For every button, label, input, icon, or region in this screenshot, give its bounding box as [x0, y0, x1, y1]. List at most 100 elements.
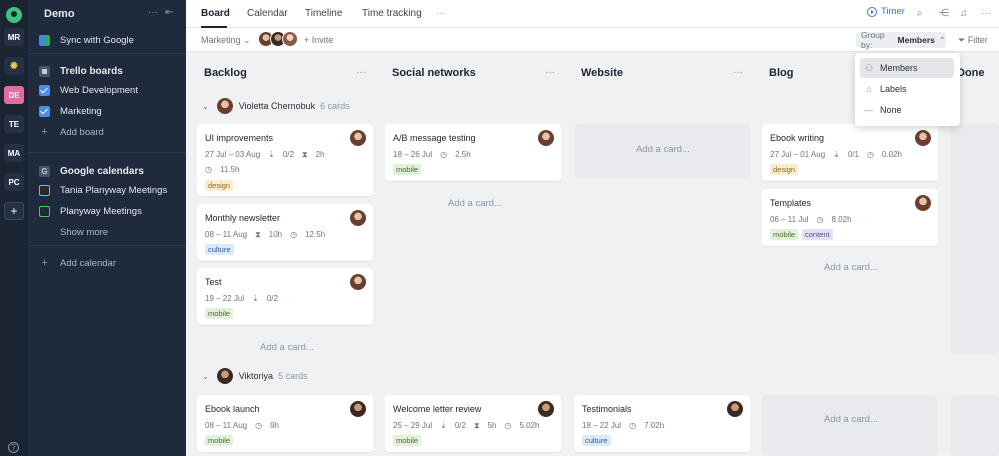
- label-tag: mobile: [205, 435, 234, 446]
- chevron-down-icon[interactable]: ⌄: [202, 102, 209, 111]
- menu-item-label: Members: [880, 63, 918, 73]
- group-card-count: 6 cards: [320, 101, 350, 111]
- workspace-pc[interactable]: PC: [4, 173, 24, 191]
- card-ab-message-testing[interactable]: A/B message testing 18 – 26 Jul ◷ 2.5h mob…: [385, 124, 561, 181]
- group-header[interactable]: ⌄ Viktoriya 5 cards: [202, 368, 308, 384]
- card-dates: 06 – 11 Jul: [770, 215, 809, 224]
- member-avatars[interactable]: [258, 31, 298, 47]
- label-tag: culture: [205, 244, 234, 255]
- add-card-button[interactable]: Add a card...: [824, 414, 878, 425]
- help-icon[interactable]: ?: [8, 442, 19, 453]
- filter-button[interactable]: ⏷ Filter: [958, 35, 988, 46]
- bell-icon[interactable]: ♫: [960, 8, 968, 19]
- column-title-social-networks[interactable]: Social networks: [392, 67, 476, 79]
- checkbox-checked-icon[interactable]: [39, 84, 50, 96]
- share-icon[interactable]: ⋲: [939, 8, 949, 19]
- avatar[interactable]: [915, 130, 931, 146]
- add-card-button[interactable]: Add a card...: [260, 342, 314, 353]
- play-icon: [867, 6, 877, 17]
- checkbox-checked-icon[interactable]: [39, 105, 50, 117]
- google-icon: [39, 34, 50, 46]
- card-meta: 06 – 11 Jul ◷ 8.02h: [770, 215, 860, 224]
- column-more-icon[interactable]: ···: [545, 67, 555, 78]
- column-title-backlog[interactable]: Backlog: [204, 67, 247, 79]
- card-test[interactable]: Test 19 – 22 Jul ⇣ 0/2 mobile: [197, 268, 373, 325]
- planyway-logo-icon[interactable]: [6, 7, 22, 23]
- avatar[interactable]: [350, 401, 366, 417]
- chevron-down-icon[interactable]: ⌄: [202, 372, 209, 381]
- avatar[interactable]: [350, 274, 366, 290]
- card-ebook-launch[interactable]: Ebook launch 08 – 11 Aug ◷ 9h mobile: [197, 395, 373, 452]
- add-card-button[interactable]: Add a card...: [636, 144, 690, 155]
- column-more-icon[interactable]: ···: [356, 67, 366, 78]
- empty-card-slot: [950, 395, 999, 456]
- checklist-icon: ⇣: [268, 150, 275, 159]
- checkbox-unchecked-icon[interactable]: [39, 205, 50, 217]
- card-welcome-letter-review[interactable]: Welcome letter review 25 – 29 Jul ⇣ 0/2 ⧗ 5h…: [385, 395, 561, 452]
- workspace-te[interactable]: TE: [4, 115, 24, 133]
- avatar[interactable]: [282, 31, 298, 47]
- search-icon[interactable]: ⌕: [917, 8, 923, 19]
- card-dates: 08 – 11 Aug: [205, 421, 248, 430]
- tab-time-tracking[interactable]: Time tracking: [362, 8, 422, 19]
- avatar[interactable]: [538, 401, 554, 417]
- add-card-button[interactable]: Add a card...: [448, 198, 502, 209]
- avatar[interactable]: [350, 130, 366, 146]
- sync-google-item[interactable]: Sync with Google: [28, 31, 186, 49]
- more-icon[interactable]: ···: [148, 7, 158, 18]
- checklist-icon: ⇣: [440, 421, 447, 430]
- card-dates: 19 – 22 Jul: [205, 294, 245, 303]
- more-options-icon[interactable]: ···: [981, 8, 991, 19]
- card-time: 8.02h: [831, 215, 852, 224]
- group-header[interactable]: ⌄ Violetta Chernobuk 6 cards: [202, 98, 350, 114]
- sidebar-item-tania-meetings[interactable]: Tania Planyway Meetings: [28, 181, 186, 199]
- tab-board[interactable]: Board: [201, 8, 230, 19]
- tab-timeline[interactable]: Timeline: [305, 8, 342, 19]
- card-testimonials[interactable]: Testimonials 18 – 22 Jul ◷ 7.02h culture: [574, 395, 750, 452]
- avatar[interactable]: [915, 195, 931, 211]
- card-time: 12.5h: [305, 230, 326, 239]
- card-title: Ebook writing: [770, 133, 825, 143]
- timer-button[interactable]: Timer: [867, 6, 905, 17]
- column-title-blog[interactable]: Blog: [769, 67, 793, 79]
- chevron-down-icon: ⌄: [243, 35, 251, 45]
- workspace-de[interactable]: DE: [4, 86, 24, 104]
- tab-calendar[interactable]: Calendar: [247, 8, 288, 19]
- workspace-ma[interactable]: MA: [4, 144, 24, 162]
- avatar[interactable]: [727, 401, 743, 417]
- workspace-mr[interactable]: MR: [4, 28, 24, 46]
- avatar[interactable]: [350, 210, 366, 226]
- sidebar-item-web-development[interactable]: Web Development: [28, 81, 186, 99]
- card-monthly-newsletter[interactable]: Monthly newsletter 08 – 11 Aug ⧗ 10h ◷ 12.5h…: [197, 204, 373, 261]
- checkbox-unchecked-icon[interactable]: [39, 184, 50, 196]
- add-board-button[interactable]: + Add board: [28, 123, 186, 141]
- card-dates: 25 – 29 Jul: [393, 421, 433, 430]
- sidebar-item-planyway-meetings[interactable]: Planyway Meetings: [28, 202, 186, 220]
- sidebar-item-marketing[interactable]: Marketing: [28, 102, 186, 120]
- plus-icon: +: [41, 125, 48, 138]
- column-more-icon[interactable]: ···: [733, 67, 743, 78]
- card-ui-improvements[interactable]: UI improvements 27 Jul – 03 Aug ⇣ 0/2 ⧗ 2h ◷…: [197, 124, 373, 196]
- calendar-label: Planyway Meetings: [60, 205, 142, 217]
- show-more-link[interactable]: Show more: [28, 223, 186, 241]
- add-workspace-icon[interactable]: +: [4, 202, 24, 220]
- group-by-dropdown[interactable]: Group by: Members ⌃: [856, 30, 946, 50]
- card-dates: 27 Jul – 01 Aug: [770, 150, 826, 159]
- menu-item-none[interactable]: — None: [860, 100, 954, 120]
- add-card-button[interactable]: Add a card...: [824, 262, 878, 273]
- collapse-sidebar-icon[interactable]: ⇤: [165, 7, 173, 18]
- card-templates[interactable]: Templates 06 – 11 Jul ◷ 8.02h mobile conte…: [762, 189, 938, 246]
- invite-button[interactable]: + Invite: [304, 35, 333, 45]
- avatar[interactable]: [538, 130, 554, 146]
- label-tag: mobile: [205, 308, 234, 319]
- menu-item-labels[interactable]: ⌂ Labels: [860, 79, 954, 99]
- group-card-count: 5 cards: [278, 371, 308, 381]
- menu-item-members[interactable]: ⚇ Members: [860, 58, 954, 78]
- column-title-done[interactable]: Done: [957, 67, 985, 79]
- board-filter-dropdown[interactable]: Marketing ⌄: [201, 35, 251, 46]
- add-calendar-button[interactable]: + Add calendar: [28, 254, 186, 272]
- column-title-website[interactable]: Website: [581, 67, 623, 79]
- more-tabs-icon[interactable]: ···: [436, 8, 446, 19]
- workspace-owl-icon[interactable]: ✹: [4, 57, 24, 75]
- card-ebook-writing[interactable]: Ebook writing 27 Jul – 01 Aug ⇣ 0/1 ◷ 0.02h …: [762, 124, 938, 181]
